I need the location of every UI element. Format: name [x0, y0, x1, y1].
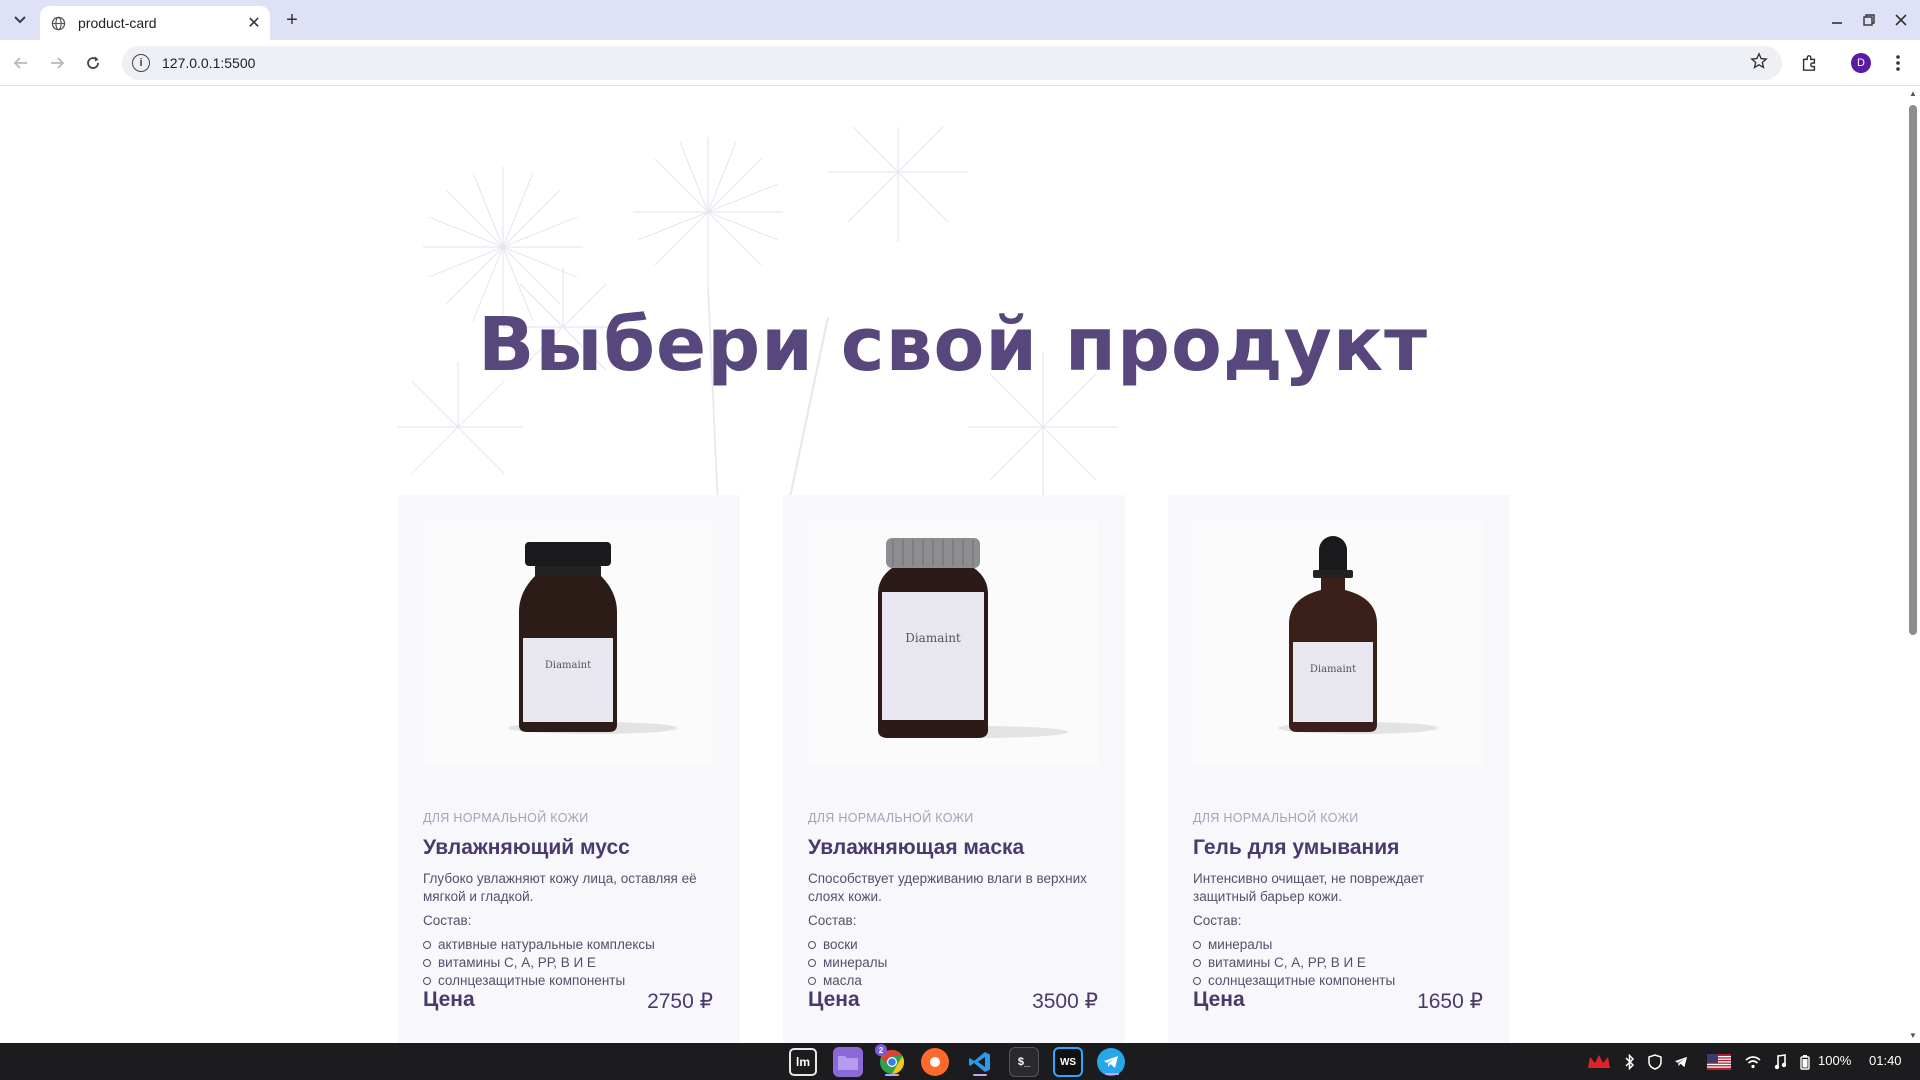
- price-label: Цена: [1193, 988, 1245, 1011]
- list-item: витамины С, А, РР, В И Е: [423, 954, 655, 972]
- tab-close-icon[interactable]: ✕: [244, 13, 264, 33]
- svg-text:Diamaint: Diamaint: [1310, 664, 1356, 675]
- system-taskbar: lm 2 $_ WS 100% 01:40: [0, 1043, 1920, 1080]
- wifi-icon[interactable]: [1744, 1053, 1762, 1071]
- reload-icon[interactable]: [80, 50, 106, 76]
- page-title: Выбери свой продукт: [478, 302, 1428, 388]
- crown-tray-icon[interactable]: [1586, 1053, 1612, 1071]
- linux-mint-menu-icon[interactable]: lm: [789, 1048, 817, 1076]
- product-price: 2750 ₽: [647, 990, 713, 1013]
- battery-icon[interactable]: [1798, 1053, 1812, 1071]
- address-bar[interactable]: i 127.0.0.1:5500: [122, 46, 1782, 80]
- browser-toolbar: i 127.0.0.1:5500: [0, 40, 1920, 86]
- new-tab-button[interactable]: +: [280, 8, 304, 32]
- product-name: Гель для умывания: [1193, 836, 1400, 859]
- composition-label: Состав:: [808, 913, 857, 928]
- ingredient-list: воски минералы масла: [808, 936, 887, 990]
- product-tag: ДЛЯ НОРМАЛЬНОЙ КОЖИ: [423, 811, 589, 825]
- price-label: Цена: [423, 988, 475, 1011]
- product-price: 3500 ₽: [1032, 990, 1098, 1013]
- files-folder-icon[interactable]: [833, 1047, 863, 1077]
- page-scrollbar[interactable]: ▲ ▼: [1906, 87, 1920, 1043]
- product-description: Интенсивно очищает, не повреждает защитн…: [1193, 871, 1425, 904]
- back-arrow-icon[interactable]: [8, 50, 34, 76]
- product-tag: ДЛЯ НОРМАЛЬНОЙ КОЖИ: [1193, 811, 1359, 825]
- product-card[interactable]: Diamaint ДЛЯ НОРМАЛЬНОЙ КОЖИ Увлажняющая…: [783, 495, 1125, 1043]
- bullet-circle-icon: [1193, 959, 1201, 967]
- bullet-circle-icon: [1193, 941, 1201, 949]
- tab-bar: product-card ✕ +: [0, 0, 1920, 40]
- forward-arrow-icon[interactable]: [44, 50, 70, 76]
- clock[interactable]: 01:40: [1869, 1053, 1902, 1068]
- tab-search-chevron-icon[interactable]: [8, 8, 32, 32]
- product-name: Увлажняющая маска: [808, 836, 1025, 859]
- page-content: Выбери свой продукт Diamaint ДЛЯ НОРМАЛЬ…: [0, 87, 1906, 1043]
- composition-label: Состав:: [423, 913, 472, 928]
- webstorm-icon[interactable]: WS: [1053, 1047, 1083, 1077]
- product-tag: ДЛЯ НОРМАЛЬНОЙ КОЖИ: [808, 811, 974, 825]
- restore-icon[interactable]: [1856, 8, 1882, 32]
- site-info-icon[interactable]: i: [132, 54, 150, 72]
- product-image: Diamaint: [1193, 520, 1483, 766]
- product-card[interactable]: Diamaint ДЛЯ НОРМАЛЬНОЙ КОЖИ Увлажняющий…: [398, 495, 740, 1043]
- scrollbar-thumb[interactable]: [1909, 105, 1917, 635]
- price-label: Цена: [808, 988, 860, 1011]
- active-app-indicator: [1105, 1073, 1119, 1075]
- bullet-circle-icon: [808, 941, 816, 949]
- bullet-circle-icon: [423, 941, 431, 949]
- composition-label: Состав:: [1193, 913, 1242, 928]
- extensions-puzzle-icon[interactable]: [1796, 50, 1822, 76]
- svg-text:Diamaint: Diamaint: [545, 660, 591, 671]
- list-item: активные натуральные комплексы: [423, 936, 655, 954]
- list-item: воски: [808, 936, 887, 954]
- active-app-indicator: [885, 1074, 899, 1076]
- close-window-icon[interactable]: [1888, 8, 1914, 32]
- vscode-icon[interactable]: [965, 1047, 995, 1077]
- browser-tab[interactable]: product-card ✕: [40, 6, 270, 40]
- profile-avatar[interactable]: D: [1851, 53, 1871, 73]
- scroll-down-arrow-icon[interactable]: ▼: [1908, 1031, 1918, 1041]
- ingredient-list: минералы витамины С, А, РР, В И Е солнце…: [1193, 936, 1395, 990]
- product-name: Увлажняющий мусс: [423, 836, 630, 859]
- bullet-circle-icon: [423, 977, 431, 985]
- telegram-icon[interactable]: [1097, 1048, 1125, 1076]
- bullet-circle-icon: [1193, 977, 1201, 985]
- url-text: 127.0.0.1:5500: [162, 55, 256, 71]
- product-image: Diamaint: [423, 520, 713, 766]
- terminal-icon[interactable]: $_: [1009, 1047, 1039, 1077]
- browser-menu-icon[interactable]: [1885, 50, 1911, 76]
- product-description: Глубоко увлажняют кожу лица, оставляя её…: [423, 871, 697, 904]
- product-image: Diamaint: [808, 520, 1098, 766]
- media-player-icon[interactable]: [921, 1048, 949, 1076]
- product-price: 1650 ₽: [1417, 990, 1483, 1013]
- bullet-circle-icon: [423, 959, 431, 967]
- bullet-circle-icon: [808, 959, 816, 967]
- list-item: минералы: [1193, 936, 1395, 954]
- active-app-indicator: [973, 1074, 987, 1076]
- bookmark-star-icon[interactable]: [1750, 52, 1768, 75]
- ingredient-list: активные натуральные комплексы витамины …: [423, 936, 655, 990]
- product-description: Способствует удерживанию влаги в верхних…: [808, 871, 1087, 904]
- svg-text:Diamaint: Diamaint: [905, 631, 961, 645]
- music-note-icon[interactable]: [1772, 1053, 1788, 1071]
- shield-icon[interactable]: [1646, 1053, 1664, 1071]
- keyboard-layout-flag-icon[interactable]: [1706, 1053, 1732, 1071]
- list-item: витамины С, А, РР, В И Е: [1193, 954, 1395, 972]
- globe-icon: [50, 15, 66, 31]
- telegram-tray-icon[interactable]: [1672, 1053, 1690, 1071]
- scroll-up-arrow-icon[interactable]: ▲: [1908, 89, 1918, 99]
- battery-percentage: 100%: [1818, 1053, 1852, 1068]
- bullet-circle-icon: [808, 977, 816, 985]
- tab-title: product-card: [78, 15, 157, 31]
- chrome-browser-icon[interactable]: 2: [875, 1044, 907, 1077]
- minimize-icon[interactable]: [1824, 8, 1850, 32]
- bluetooth-icon[interactable]: [1622, 1053, 1638, 1071]
- notification-badge: 2: [875, 1044, 887, 1056]
- list-item: минералы: [808, 954, 887, 972]
- product-card[interactable]: Diamaint ДЛЯ НОРМАЛЬНОЙ КОЖИ Гель для ум…: [1168, 495, 1510, 1043]
